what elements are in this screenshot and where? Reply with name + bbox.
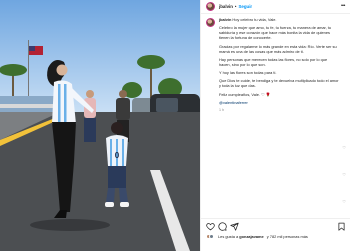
likes-text: Les gusta a gonzajavame y 782 mil person…: [216, 234, 308, 239]
svg-text:0: 0: [115, 151, 120, 160]
caption-paragraph-4: Y hoy las flores son todas para ti.: [219, 70, 277, 76]
photo-illustration: 0: [0, 0, 200, 251]
liker-avatar: [209, 234, 214, 239]
caption: jbalvin Hoy celebro tu vida, Vale. Celeb…: [206, 17, 346, 116]
caption-mention[interactable]: @valentinaferrer: [219, 100, 339, 105]
comment-icon[interactable]: [218, 222, 227, 231]
caption-time: 1 h: [219, 107, 224, 112]
caption-paragraph-2: Gracias por regalarme lo más grande en e…: [219, 43, 337, 54]
instagram-post: 0 jbalvin • Seguir ••• jbalvin Hoy celeb…: [0, 0, 350, 251]
comment-like-heart-icon[interactable]: ♡: [342, 172, 346, 177]
bookmark-icon[interactable]: [337, 222, 346, 231]
action-bar: [201, 218, 350, 232]
comment-like-heart-icon[interactable]: ♡: [342, 145, 346, 150]
likes-user[interactable]: gonzajavame: [239, 234, 263, 239]
follow-button[interactable]: Seguir: [238, 4, 252, 9]
caption-paragraph-1: Celebro la mujer que amo, tu fe, tu fuer…: [219, 25, 332, 41]
caption-paragraph-6: Feliz cumpleaños, Vale. ♡ 🌹: [219, 91, 271, 97]
comment-like-heart-icon[interactable]: ♡: [342, 199, 346, 204]
more-icon[interactable]: •••: [341, 3, 345, 9]
caption-paragraph-5: Que Dios te cuide, te bendiga y te devue…: [219, 78, 339, 89]
caption-intro: Hoy celebro tu vida, Vale.: [232, 17, 277, 22]
header-username[interactable]: jbalvin: [219, 4, 233, 9]
heart-icon[interactable]: [206, 222, 215, 231]
likes-summary[interactable]: Les gusta a gonzajavame y 782 mil person…: [206, 234, 308, 239]
caption-paragraph-3: Hay personas que merecen todas las flore…: [219, 56, 328, 67]
header-separator: •: [234, 4, 237, 9]
caption-username[interactable]: jbalvin: [219, 17, 231, 22]
post-photo[interactable]: 0: [0, 0, 200, 251]
share-icon[interactable]: [230, 222, 239, 231]
post-header: jbalvin • Seguir •••: [201, 0, 350, 14]
avatar[interactable]: [206, 2, 215, 11]
caption-avatar[interactable]: [206, 18, 215, 27]
likes-prefix: Les gusta a: [218, 234, 239, 239]
post-sidebar: jbalvin • Seguir ••• jbalvin Hoy celebro…: [200, 0, 350, 251]
likes-suffix: y 782 mil personas más: [266, 234, 308, 239]
